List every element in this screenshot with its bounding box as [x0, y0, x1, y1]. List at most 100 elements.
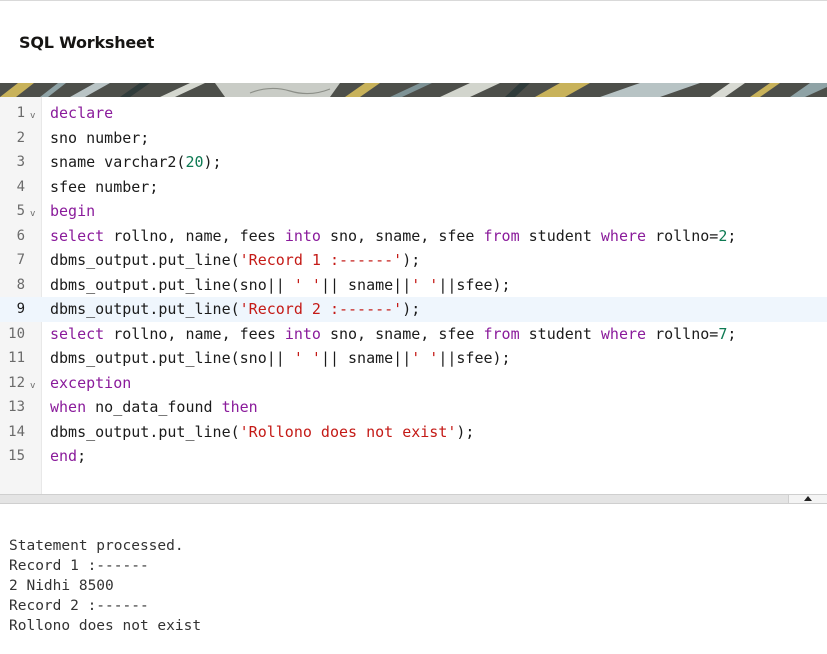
string-token: 'Record 1 :------'	[239, 251, 403, 269]
string-token: ' '	[293, 275, 321, 294]
collapse-output-button[interactable]	[788, 495, 827, 503]
code-token: );	[203, 153, 222, 171]
number-token: 7	[718, 324, 728, 343]
line-number: 10	[8, 325, 25, 342]
code-token: rollno, name, fees	[104, 324, 285, 343]
triangle-up-icon	[804, 496, 812, 501]
code-text: dbms_output.put_line(sno|| ' '|| sname||…	[50, 273, 511, 298]
code-text: dbms_output.put_line(sno|| ' '|| sname||…	[50, 346, 511, 371]
line-number: 15	[8, 448, 25, 464]
code-text: sfee number;	[50, 175, 158, 200]
output-line: Record 2 :------	[9, 598, 149, 614]
code-line[interactable]: 4 sfee number;	[0, 175, 827, 200]
line-number: 3	[16, 154, 25, 170]
code-line[interactable]: 6 select rollno, name, fees into sno, sna…	[0, 224, 827, 249]
keyword-token: declare	[50, 104, 114, 122]
code-token: ||sfee);	[438, 275, 511, 294]
code-text: end;	[50, 444, 86, 469]
code-token: sno, sname, sfee	[320, 226, 484, 245]
code-token: );	[402, 300, 421, 318]
code-line[interactable]: 10 select rollno, name, fees into sno, sn…	[0, 322, 827, 347]
code-line[interactable]: 2 sno number;	[0, 126, 827, 151]
output-line: 2 Nidhi 8500	[9, 578, 114, 594]
line-number: 6	[16, 227, 25, 244]
keyword-token: when	[50, 398, 87, 416]
code-token: ;	[727, 226, 737, 245]
code-token: rollno, name, fees	[104, 226, 285, 245]
code-token: rollno=	[646, 226, 719, 245]
code-token: sno number;	[50, 128, 150, 147]
code-line[interactable]: 8 dbms_output.put_line(sno|| ' '|| sname|…	[0, 273, 827, 298]
code-token: rollno=	[646, 324, 719, 343]
code-token: dbms_output.put_line(	[50, 251, 240, 269]
output-line: Rollono does not exist	[9, 618, 202, 634]
line-number: 12	[8, 374, 25, 391]
line-number: 2	[16, 129, 25, 146]
keyword-token: into	[284, 324, 321, 343]
decorative-banner	[0, 83, 827, 97]
code-editor[interactable]: 1 v declare 2 sno number; 3 sname varchar2(20)…	[0, 97, 827, 494]
code-token: ||sfee);	[438, 349, 511, 367]
code-line[interactable]: 12 v exception	[0, 371, 827, 396]
code-text: declare	[50, 101, 113, 126]
code-line[interactable]: 14 dbms_output.put_line('Rollono does not…	[0, 420, 827, 445]
code-line[interactable]: 11 dbms_output.put_line(sno|| ' '|| sname…	[0, 346, 827, 371]
keyword-token: exception	[50, 373, 132, 392]
keyword-token: from	[483, 324, 520, 343]
string-token: 'Record 2 :------'	[239, 300, 403, 318]
code-text: dbms_output.put_line('Record 1 :------')…	[50, 248, 420, 273]
number-token: 20	[185, 153, 204, 171]
code-line[interactable]: 7 dbms_output.put_line('Record 1 :------'…	[0, 248, 827, 273]
code-text: when no_data_found then	[50, 395, 258, 420]
output-line: Record 1 :------	[9, 558, 149, 574]
line-number: 14	[8, 423, 25, 440]
line-number: 9	[16, 301, 25, 317]
keyword-token: where	[600, 226, 647, 245]
string-token: ' '	[411, 275, 439, 294]
code-line[interactable]: 3 sname varchar2(20);	[0, 150, 827, 175]
code-text: exception	[50, 371, 131, 396]
line-number: 11	[8, 350, 25, 366]
keyword-token: end	[50, 447, 78, 465]
code-text: begin	[50, 199, 95, 224]
keyword-token: select	[50, 324, 105, 343]
code-line[interactable]: 15 end;	[0, 444, 827, 469]
pane-splitter[interactable]	[0, 494, 827, 504]
keyword-token: from	[483, 226, 520, 245]
code-line[interactable]: 1 v declare	[0, 101, 827, 126]
code-token: );	[402, 251, 421, 269]
code-token: || sname||	[320, 275, 412, 294]
code-token: sfee number;	[50, 177, 159, 196]
code-text: dbms_output.put_line('Rollono does not e…	[50, 420, 474, 445]
code-line[interactable]: 13 when no_data_found then	[0, 395, 827, 420]
code-line[interactable]: 5 v begin	[0, 199, 827, 224]
output-line: Statement processed.	[9, 538, 184, 554]
keyword-token: into	[284, 226, 321, 245]
code-token: student	[519, 324, 601, 343]
line-number: 5	[16, 203, 25, 219]
code-token: || sname||	[320, 349, 412, 367]
code-token: dbms_output.put_line(sno||	[50, 275, 294, 294]
line-number: 1	[16, 105, 25, 121]
code-token: dbms_output.put_line(	[50, 300, 240, 318]
code-token: );	[456, 422, 475, 441]
banner-pattern-icon	[0, 83, 827, 97]
worksheet-header: SQL Worksheet	[0, 1, 827, 83]
code-line[interactable]: 9 dbms_output.put_line('Record 2 :------'…	[0, 297, 827, 322]
code-token: dbms_output.put_line(	[50, 422, 240, 441]
code-token: sno, sname, sfee	[320, 324, 484, 343]
string-token: ' '	[293, 349, 321, 367]
code-text: select rollno, name, fees into sno, snam…	[50, 224, 736, 249]
number-token: 2	[718, 226, 728, 245]
line-number: 7	[16, 252, 25, 268]
code-token: sname varchar2(	[50, 153, 186, 171]
line-number: 4	[16, 178, 25, 195]
code-token: ;	[727, 324, 737, 343]
code-token: student	[519, 226, 601, 245]
line-number: 8	[16, 276, 25, 293]
output-pane: Statement processed. Record 1 :------ 2 …	[9, 536, 201, 636]
code-text: sno number;	[50, 126, 149, 151]
keyword-token: then	[221, 398, 258, 416]
code-token: dbms_output.put_line(sno||	[50, 349, 294, 367]
keyword-token: select	[50, 226, 105, 245]
